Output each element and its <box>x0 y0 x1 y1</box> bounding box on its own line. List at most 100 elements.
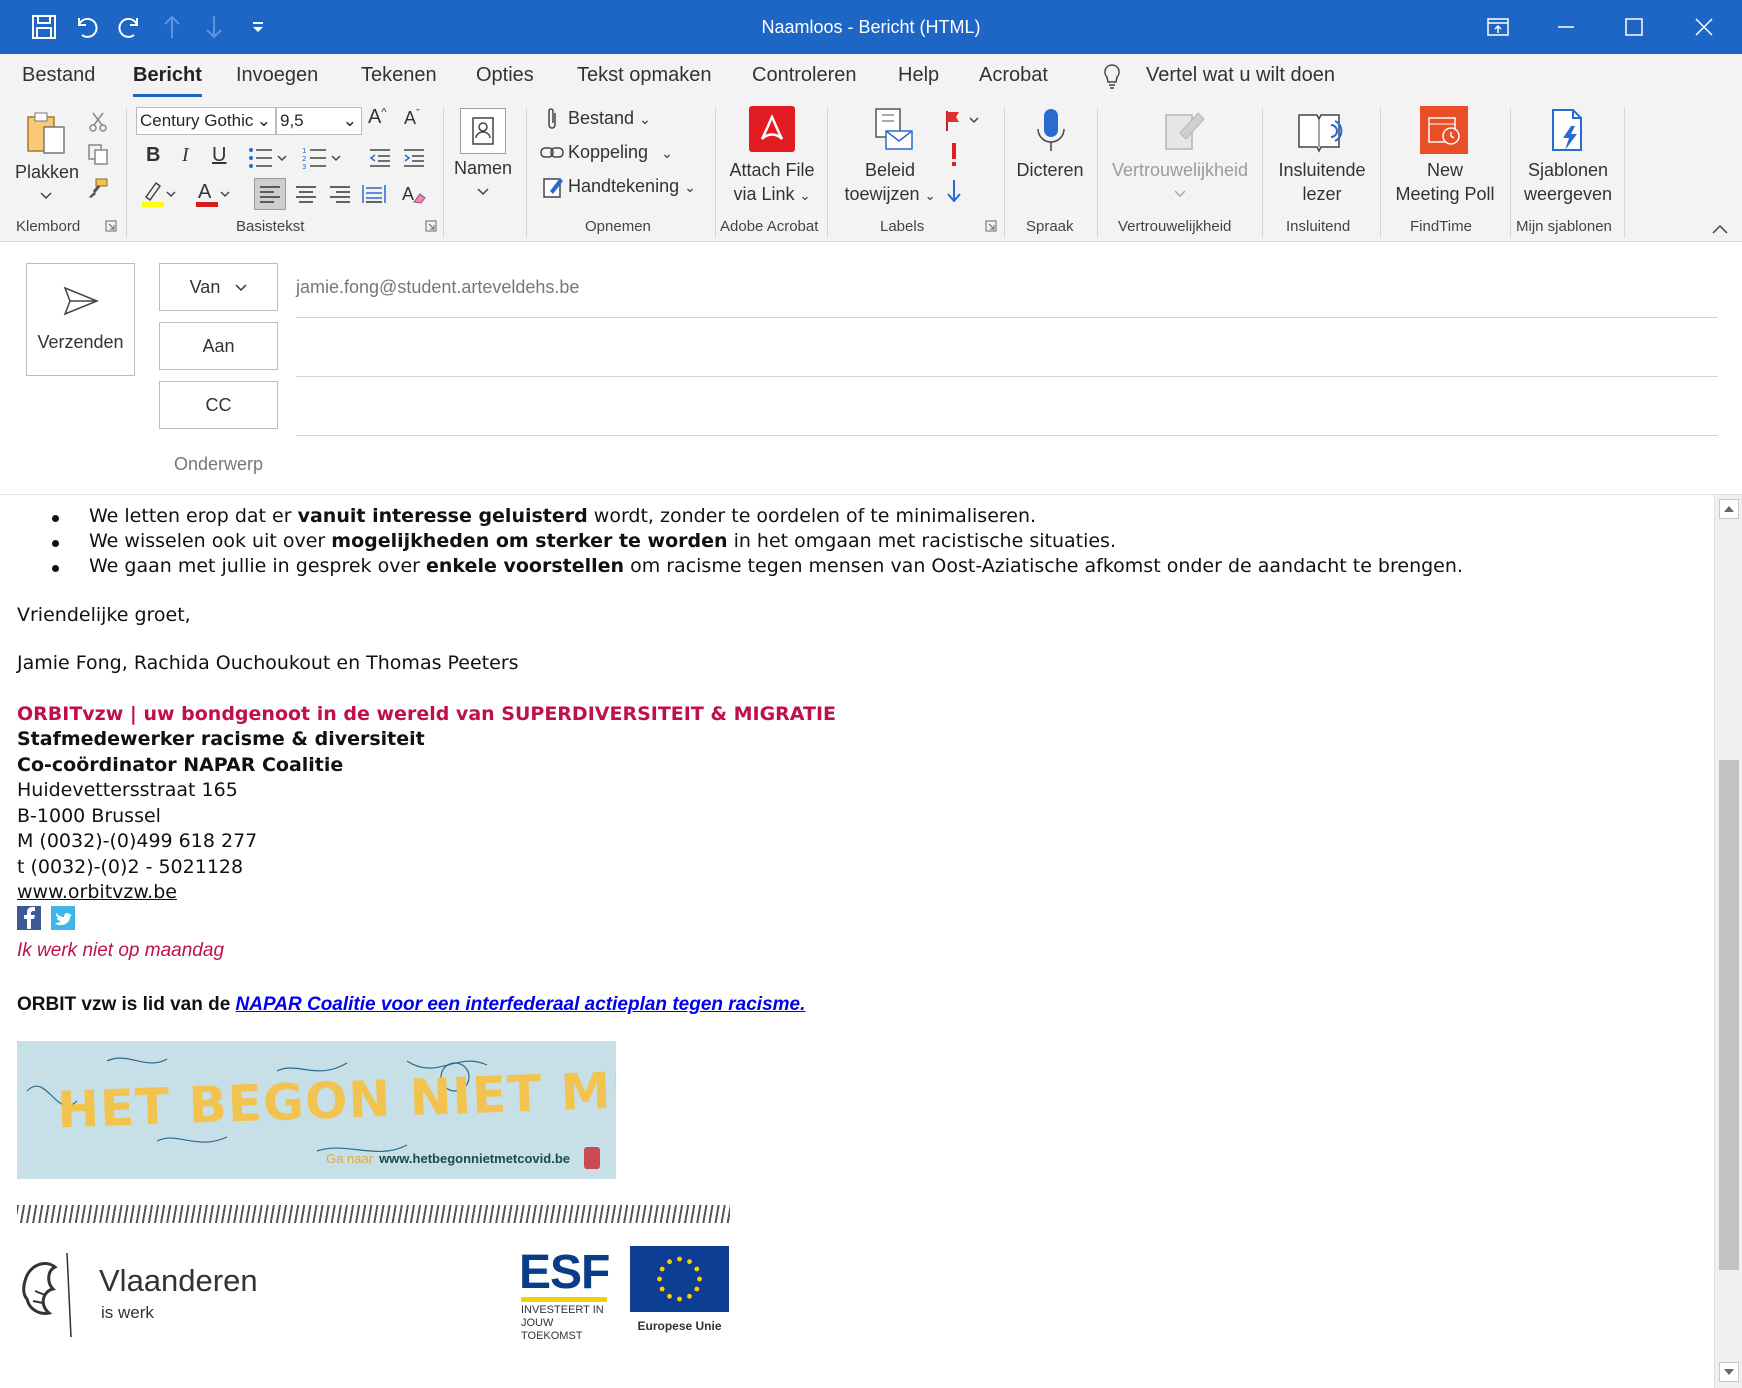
clear-formatting-icon[interactable]: A <box>398 178 430 210</box>
ribbon-tabs: Bestand Bericht Invoegen Tekenen Opties … <box>0 54 1742 102</box>
to-button[interactable]: Aan <box>159 322 278 370</box>
to-input[interactable] <box>296 327 1718 367</box>
address-book-icon[interactable] <box>460 108 506 154</box>
from-button[interactable]: Van <box>159 263 278 311</box>
website-link[interactable]: www.orbitvzw.be <box>17 881 177 903</box>
scroll-thumb[interactable] <box>1719 760 1739 1270</box>
font-name-select[interactable]: Century Gothic ⌄ <box>136 107 276 135</box>
tab-opties[interactable]: Opties <box>476 64 534 87</box>
dialog-launcher-icon[interactable] <box>104 219 118 233</box>
font-color-icon[interactable]: A <box>192 178 232 210</box>
divider <box>296 435 1718 436</box>
vertical-scrollbar[interactable] <box>1714 495 1742 1388</box>
align-center-icon[interactable] <box>290 178 322 210</box>
immersive-reader-button[interactable]: Insluitende lezer <box>1270 158 1374 206</box>
link-button[interactable]: Koppeling ⌄ <box>568 142 673 163</box>
low-importance-icon[interactable] <box>944 176 964 206</box>
underline-button[interactable]: U <box>212 144 226 167</box>
dialog-launcher-icon[interactable] <box>984 219 998 233</box>
napar-link[interactable]: NAPAR Coalitie voor een interfederaal ac… <box>236 994 806 1015</box>
scroll-up-button[interactable] <box>1719 499 1739 519</box>
hatched-divider <box>17 1205 730 1223</box>
tab-controleren[interactable]: Controleren <box>752 64 857 87</box>
tab-bestand[interactable]: Bestand <box>22 64 95 87</box>
paste-button[interactable]: Plakken <box>10 160 84 184</box>
numbering-icon[interactable]: 123 <box>300 144 344 172</box>
chevron-down-icon: ⌄ <box>924 188 936 203</box>
shrink-font-icon[interactable]: Aˇ <box>404 108 420 129</box>
chevron-down-icon[interactable] <box>36 186 56 206</box>
attach-file-button[interactable]: Bestand ⌄ <box>568 108 651 129</box>
ribbon: Plakken Klembord Century Gothic ⌄ 9,5 ⌄ … <box>0 102 1742 242</box>
collapse-ribbon-icon[interactable] <box>1708 220 1732 238</box>
signature-phone: t (0032)-(0)2 - 5021128 <box>17 856 244 878</box>
dialog-launcher-icon[interactable] <box>424 219 438 233</box>
scroll-down-button[interactable] <box>1719 1362 1739 1382</box>
assign-policy-button[interactable]: Beleid toewijzen ⌄ <box>838 158 942 208</box>
names-button[interactable]: Namen <box>448 156 518 180</box>
separator <box>715 108 716 238</box>
adobe-acrobat-icon[interactable] <box>749 106 795 152</box>
format-painter-icon[interactable] <box>86 176 110 200</box>
paperclip-icon <box>540 106 564 132</box>
templates-icon[interactable] <box>1546 106 1590 156</box>
close-icon[interactable] <box>1670 0 1738 54</box>
findtime-icon[interactable] <box>1420 106 1468 154</box>
increase-indent-icon[interactable] <box>400 144 428 172</box>
attach-file-via-link-button[interactable]: Attach File via Link ⌄ <box>724 158 820 208</box>
cc-input[interactable] <box>296 386 1718 426</box>
tell-me-search[interactable]: Vertel wat u wilt doen <box>1146 64 1335 87</box>
bullet-dot <box>52 565 59 572</box>
font-size-select[interactable]: 9,5 ⌄ <box>276 107 362 135</box>
decrease-indent-icon[interactable] <box>366 144 394 172</box>
message-body[interactable]: We letten erop dat er vanuit interesse g… <box>0 495 1714 1388</box>
grow-font-icon[interactable]: A^ <box>368 106 387 129</box>
tab-acrobat[interactable]: Acrobat <box>979 64 1048 87</box>
paste-icon[interactable] <box>18 108 74 158</box>
signature-button[interactable]: Handtekening ⌄ <box>568 176 696 197</box>
copy-icon[interactable] <box>86 142 110 166</box>
chevron-down-icon: ⌄ <box>661 145 673 161</box>
minimize-icon[interactable] <box>1532 0 1600 54</box>
view-templates-button[interactable]: Sjablonen weergeven <box>1516 158 1620 206</box>
follow-up-flag-icon[interactable] <box>942 106 982 136</box>
italic-button[interactable]: I <box>182 144 189 167</box>
covid-campaign-banner[interactable]: HET BEGON NIET MET COVID Ga naarwww.hetb… <box>17 1041 616 1179</box>
svg-text:A: A <box>198 181 212 203</box>
chevron-down-icon: ⌄ <box>639 111 651 127</box>
cut-icon[interactable] <box>86 110 110 134</box>
group-label-klembord: Klembord <box>16 218 81 235</box>
align-right-icon[interactable] <box>324 178 356 210</box>
tab-invoegen[interactable]: Invoegen <box>236 64 318 87</box>
signature-street: Huidevettersstraat 165 <box>17 779 238 801</box>
twitter-icon[interactable] <box>51 906 75 930</box>
subject-input[interactable] <box>296 443 1718 483</box>
microphone-icon[interactable] <box>1026 106 1076 156</box>
tab-tekenen[interactable]: Tekenen <box>361 64 437 87</box>
align-left-icon[interactable] <box>254 178 286 210</box>
eu-flag-icon <box>630 1246 729 1312</box>
justify-icon[interactable] <box>358 178 390 210</box>
immersive-reader-icon[interactable] <box>1296 106 1346 156</box>
bullets-icon[interactable] <box>246 144 290 172</box>
signature-icon <box>540 174 566 200</box>
maximize-icon[interactable] <box>1600 0 1668 54</box>
tab-bericht[interactable]: Bericht <box>133 64 202 97</box>
dictate-button[interactable]: Dicteren <box>1012 158 1088 182</box>
policy-icon[interactable] <box>870 106 916 154</box>
chevron-down-icon[interactable] <box>473 182 493 202</box>
high-importance-icon[interactable] <box>946 140 962 170</box>
highlight-icon[interactable] <box>138 178 178 210</box>
send-button[interactable]: Verzenden <box>26 263 135 376</box>
eu-star <box>697 1276 702 1282</box>
facebook-icon[interactable] <box>17 906 41 930</box>
tab-tekst-opmaken[interactable]: Tekst opmaken <box>577 64 712 87</box>
tab-help[interactable]: Help <box>898 64 939 87</box>
subject-label: Onderwerp <box>173 454 264 474</box>
ribbon-display-icon[interactable] <box>1464 0 1532 54</box>
sensitivity-button: Vertrouwelijkheid <box>1111 160 1249 180</box>
cc-button[interactable]: CC <box>159 381 278 429</box>
new-meeting-poll-button[interactable]: New Meeting Poll <box>1386 158 1504 206</box>
eu-star <box>677 1256 682 1262</box>
bold-button[interactable]: B <box>146 144 160 167</box>
